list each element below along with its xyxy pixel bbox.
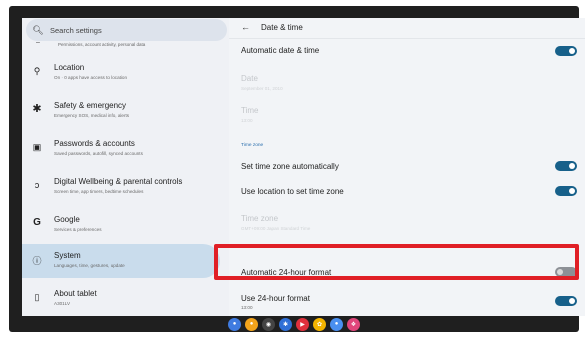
sidebar-item-google[interactable]: G Google Services & preferences xyxy=(22,208,229,242)
clipped-item-subtitle: Permissions, account activity, personal … xyxy=(58,42,146,47)
sidebar-item-title: System xyxy=(54,251,81,260)
use-24h-value: 13:00 xyxy=(241,305,253,310)
sidebar-item-title: Location xyxy=(54,63,85,72)
chrome-app-icon[interactable]: ● xyxy=(228,317,241,331)
info-icon: ⓘ xyxy=(32,256,42,266)
auto-date-time-label: Automatic date & time xyxy=(241,46,320,55)
set-tz-auto-label: Set time zone automatically xyxy=(241,162,339,171)
sidebar-item-location[interactable]: ⚲ Location On · 0 apps have access to lo… xyxy=(22,56,229,90)
settings-app-icon[interactable]: ✱ xyxy=(279,317,292,331)
use-location-tz-toggle[interactable] xyxy=(555,186,577,196)
settings-sidebar: 🔍︎ Search settings – Permissions, accoun… xyxy=(22,18,229,316)
sidebar-item-about-tablet[interactable]: ▯ About tablet A301LV xyxy=(22,282,229,316)
sidebar-item-subtitle: On · 0 apps have access to location xyxy=(54,75,128,80)
use-location-tz-row[interactable]: Use location to set time zone xyxy=(241,187,344,196)
red-highlight-box xyxy=(214,244,579,280)
sidebar-item-safety[interactable]: ✱ Safety & emergency Emergency SOS, medi… xyxy=(22,94,229,128)
date-value: September 01, 2010 xyxy=(241,86,283,91)
google-icon: G xyxy=(33,217,41,228)
time-zone-title: Time zone xyxy=(241,214,279,223)
sidebar-item-subtitle: Languages, time, gestures, update xyxy=(54,263,125,268)
panel-header: ← Date & time xyxy=(229,18,585,39)
auto-date-time-row[interactable]: Automatic date & time xyxy=(241,46,319,55)
use-24h-label: Use 24-hour format xyxy=(241,294,310,303)
page-title: Date & time xyxy=(261,23,303,32)
set-tz-auto-row[interactable]: Set time zone automatically xyxy=(241,162,339,171)
account-card-icon: ▣ xyxy=(32,142,42,152)
selected-highlight xyxy=(22,244,220,278)
time-row: Time 13:00 xyxy=(241,106,258,123)
auto-date-time-toggle[interactable] xyxy=(555,46,577,56)
sidebar-item-passwords[interactable]: ▣ Passwords & accounts Saved passwords, … xyxy=(22,132,229,166)
sidebar-item-title: About tablet xyxy=(54,289,97,298)
time-zone-value: GMT+09:00 Japan Standard Time xyxy=(241,226,311,231)
sidebar-item-title: Passwords & accounts xyxy=(54,139,135,148)
sidebar-item-subtitle: Services & preferences xyxy=(54,227,102,232)
location-pin-icon: ⚲ xyxy=(33,66,41,76)
wellbeing-icon: ↄ xyxy=(34,180,40,190)
tablet-icon: ▯ xyxy=(34,292,40,302)
sidebar-item-system[interactable]: ⓘ System Languages, time, gestures, upda… xyxy=(22,244,229,278)
colorful-app-icon[interactable]: ❖ xyxy=(347,317,360,331)
sidebar-item-subtitle: Screen time, app timers, bedtime schedul… xyxy=(54,189,144,194)
sidebar-item-subtitle: Saved passwords, autofill, synced accoun… xyxy=(54,151,143,156)
asterisk-icon: ✱ xyxy=(32,103,42,115)
clipped-item-icon: – xyxy=(36,39,40,46)
sidebar-item-title: Digital Wellbeing & parental controls xyxy=(54,177,183,186)
set-tz-auto-toggle[interactable] xyxy=(555,161,577,171)
search-icon: 🔍︎ xyxy=(32,24,44,35)
use-location-tz-label: Use location to set time zone xyxy=(241,187,344,196)
camera-app-icon[interactable]: ◉ xyxy=(262,317,275,331)
orange-app-icon[interactable]: ● xyxy=(245,317,258,331)
use-24h-row[interactable]: Use 24-hour format 13:00 xyxy=(241,294,310,310)
date-title: Date xyxy=(241,74,258,83)
sidebar-item-wellbeing[interactable]: ↄ Digital Wellbeing & parental controls … xyxy=(22,170,229,204)
time-zone-section-header: Time zone xyxy=(241,143,264,148)
time-value: 13:00 xyxy=(241,118,253,123)
blue-app-icon[interactable]: ● xyxy=(330,317,343,331)
time-zone-row: Time zone GMT+09:00 Japan Standard Time xyxy=(241,214,310,231)
taskbar: ● ● ◉ ✱ ▶ ✿ ● ❖ xyxy=(9,316,579,332)
search-input[interactable]: Search settings xyxy=(50,26,102,35)
tablet-frame: 🔍︎ Search settings – Permissions, accoun… xyxy=(9,6,585,332)
back-arrow-icon[interactable]: ← xyxy=(241,22,250,32)
red-app-icon[interactable]: ▶ xyxy=(296,317,309,331)
photos-app-icon[interactable]: ✿ xyxy=(313,317,326,331)
time-title: Time xyxy=(241,106,259,115)
sidebar-item-title: Google xyxy=(54,215,80,224)
sidebar-item-subtitle: A301LV xyxy=(54,301,71,306)
sidebar-item-title: Safety & emergency xyxy=(54,101,127,110)
sidebar-item-subtitle: Emergency SOS, medical info, alerts xyxy=(54,113,130,118)
use-24h-toggle[interactable] xyxy=(555,296,577,306)
search-bar[interactable]: 🔍︎ Search settings xyxy=(26,19,227,41)
date-row: Date September 01, 2010 xyxy=(241,74,283,91)
